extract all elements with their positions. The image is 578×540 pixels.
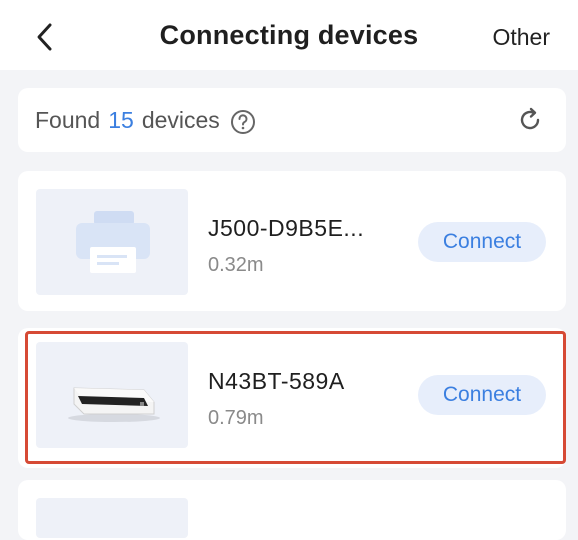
header-bar: Connecting devices Other bbox=[0, 0, 578, 70]
found-devices-bar: Found 15 devices bbox=[18, 88, 566, 152]
device-card[interactable] bbox=[18, 480, 566, 540]
device-card[interactable]: N43BT-589A 0.79m Connect bbox=[18, 328, 566, 468]
device-thumbnail bbox=[36, 498, 188, 538]
found-suffix: devices bbox=[141, 107, 220, 133]
found-devices-text: Found 15 devices bbox=[35, 107, 255, 134]
connect-button[interactable]: Connect bbox=[418, 222, 546, 262]
page-title: Connecting devices bbox=[159, 20, 419, 50]
refresh-icon[interactable] bbox=[516, 106, 544, 134]
device-distance: 0.32m bbox=[208, 254, 264, 276]
connect-button[interactable]: Connect bbox=[418, 375, 546, 415]
thermal-printer-image bbox=[36, 342, 188, 448]
device-distance: 0.79m bbox=[208, 407, 264, 429]
device-name: N43BT-589A bbox=[208, 368, 345, 394]
device-name: J500-D9B5E... bbox=[208, 215, 365, 241]
help-icon[interactable] bbox=[230, 109, 255, 134]
found-count: 15 bbox=[108, 107, 134, 133]
label-printer-icon bbox=[36, 189, 188, 295]
other-button[interactable]: Other bbox=[492, 24, 550, 51]
device-card[interactable]: J500-D9B5E... 0.32m Connect bbox=[18, 171, 566, 311]
found-prefix: Found bbox=[35, 107, 101, 133]
